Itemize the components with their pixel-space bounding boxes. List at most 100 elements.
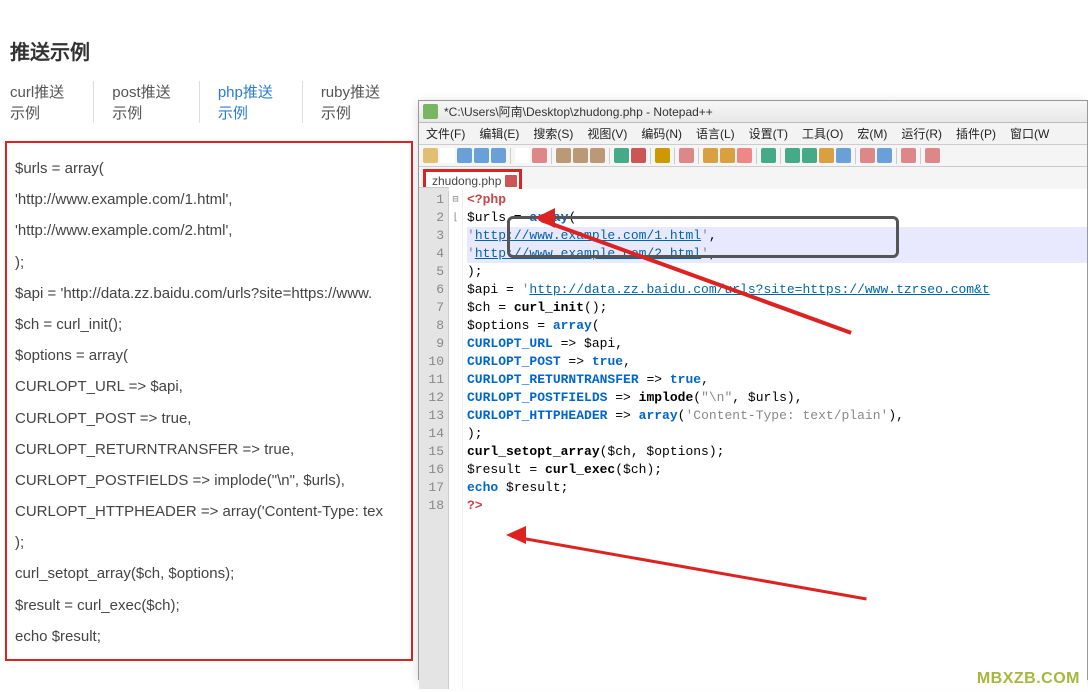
tab-1[interactable]: post推送示例 (94, 81, 200, 123)
tab-0[interactable]: curl推送示例 (10, 81, 94, 123)
close-icon[interactable] (505, 175, 517, 187)
line-number: 10 (419, 353, 444, 371)
notepadpp-window: *C:\Users\阿南\Desktop\zhudong.php - Notep… (418, 100, 1088, 680)
code-line[interactable]: ?> (467, 497, 1087, 515)
codebox-line: 'http://www.example.com/1.html', (15, 184, 403, 215)
menu-item[interactable]: 设置(T) (742, 125, 795, 142)
fold-gutter[interactable]: ⊟⌊ (449, 189, 463, 689)
toolbar-button[interactable] (474, 148, 489, 163)
codebox-line: CURLOPT_RETURNTRANSFER => true, (15, 434, 403, 465)
code-line[interactable]: 'http://www.example.com/2.html', (467, 245, 1087, 263)
codebox-line: $ch = curl_init(); (15, 309, 403, 340)
code-line[interactable]: CURLOPT_URL => $api, (467, 335, 1087, 353)
code-line[interactable]: CURLOPT_POSTFIELDS => implode("\n", $url… (467, 389, 1087, 407)
file-tab-zhudong[interactable]: zhudong.php (423, 169, 522, 189)
line-number: 18 (419, 497, 444, 515)
line-number: 5 (419, 263, 444, 281)
toolbar-button[interactable] (925, 148, 940, 163)
code-content[interactable]: <?php$urls = array( 'http://www.example.… (463, 189, 1087, 689)
editor-area[interactable]: 123456789101112131415161718 ⊟⌊ <?php$url… (419, 189, 1087, 689)
menu-item[interactable]: 编辑(E) (472, 125, 526, 142)
codebox-line: $api = 'http://data.zz.baidu.com/urls?si… (15, 278, 403, 309)
page-title: 推送示例 (0, 0, 418, 81)
line-number: 17 (419, 479, 444, 497)
toolbar-button[interactable] (836, 148, 851, 163)
toolbar-button[interactable] (860, 148, 875, 163)
codebox-line: echo $result; (15, 621, 403, 652)
code-line[interactable]: $options = array( (467, 317, 1087, 335)
toolbar-button[interactable] (703, 148, 718, 163)
tabs: curl推送示例post推送示例php推送示例ruby推送示例 (0, 81, 418, 141)
toolbar-button[interactable] (785, 148, 800, 163)
line-number: 12 (419, 389, 444, 407)
toolbar-button[interactable] (532, 148, 547, 163)
toolbar-button[interactable] (901, 148, 916, 163)
toolbar-separator (780, 148, 781, 164)
line-number: 8 (419, 317, 444, 335)
code-line[interactable]: echo $result; (467, 479, 1087, 497)
menu-item[interactable]: 运行(R) (894, 125, 949, 142)
line-number: 9 (419, 335, 444, 353)
code-line[interactable]: CURLOPT_HTTPHEADER => array('Content-Typ… (467, 407, 1087, 425)
menu-item[interactable]: 窗口(W (1003, 125, 1056, 142)
toolbar-button[interactable] (720, 148, 735, 163)
code-line[interactable]: $api = 'http://data.zz.baidu.com/urls?si… (467, 281, 1087, 299)
tab-2[interactable]: php推送示例 (200, 81, 303, 123)
file-tab-label: zhudong.php (432, 174, 501, 188)
menu-item[interactable]: 编码(N) (634, 125, 689, 142)
menu-item[interactable]: 搜索(S) (526, 125, 580, 142)
toolbar-button[interactable] (457, 148, 472, 163)
fold-mark[interactable]: ⌊ (449, 209, 462, 227)
toolbar-button[interactable] (819, 148, 834, 163)
toolbar[interactable] (419, 145, 1087, 167)
toolbar-button[interactable] (440, 148, 455, 163)
menu-item[interactable]: 文件(F) (419, 125, 472, 142)
toolbar-button[interactable] (556, 148, 571, 163)
toolbar-button[interactable] (802, 148, 817, 163)
line-number: 13 (419, 407, 444, 425)
toolbar-separator (896, 148, 897, 164)
codebox-line: ); (15, 527, 403, 558)
code-line[interactable]: CURLOPT_POST => true, (467, 353, 1087, 371)
toolbar-button[interactable] (679, 148, 694, 163)
line-number: 6 (419, 281, 444, 299)
codebox-line: $options = array( (15, 340, 403, 371)
menu-item[interactable]: 语言(L) (689, 125, 742, 142)
toolbar-button[interactable] (631, 148, 646, 163)
toolbar-button[interactable] (877, 148, 892, 163)
line-number: 4 (419, 245, 444, 263)
toolbar-button[interactable] (423, 148, 438, 163)
menubar[interactable]: 文件(F)编辑(E)搜索(S)视图(V)编码(N)语言(L)设置(T)工具(O)… (419, 123, 1087, 145)
code-line[interactable]: $urls = array( (467, 209, 1087, 227)
line-number: 11 (419, 371, 444, 389)
toolbar-button[interactable] (761, 148, 776, 163)
codebox-line: CURLOPT_HTTPHEADER => array('Content-Typ… (15, 496, 403, 527)
line-number-gutter: 123456789101112131415161718 (419, 189, 449, 689)
code-line[interactable]: $result = curl_exec($ch); (467, 461, 1087, 479)
codebox-line: CURLOPT_POST => true, (15, 403, 403, 434)
toolbar-button[interactable] (590, 148, 605, 163)
tab-3[interactable]: ruby推送示例 (303, 81, 408, 123)
code-line[interactable]: curl_setopt_array($ch, $options); (467, 443, 1087, 461)
toolbar-separator (674, 148, 675, 164)
menu-item[interactable]: 视图(V) (580, 125, 634, 142)
code-line[interactable]: ); (467, 425, 1087, 443)
code-line[interactable]: 'http://www.example.com/1.html', (467, 227, 1087, 245)
toolbar-button[interactable] (573, 148, 588, 163)
line-number: 7 (419, 299, 444, 317)
toolbar-button[interactable] (737, 148, 752, 163)
toolbar-button[interactable] (491, 148, 506, 163)
notepadpp-icon (423, 104, 438, 119)
code-line[interactable]: CURLOPT_RETURNTRANSFER => true, (467, 371, 1087, 389)
code-line[interactable]: <?php (467, 191, 1087, 209)
fold-mark[interactable]: ⊟ (449, 191, 462, 209)
toolbar-button[interactable] (655, 148, 670, 163)
menu-item[interactable]: 插件(P) (949, 125, 1003, 142)
toolbar-button[interactable] (614, 148, 629, 163)
code-line[interactable]: $ch = curl_init(); (467, 299, 1087, 317)
menu-item[interactable]: 工具(O) (795, 125, 850, 142)
toolbar-button[interactable] (515, 148, 530, 163)
menu-item[interactable]: 宏(M) (850, 125, 894, 142)
codebox-line: CURLOPT_POSTFIELDS => implode("\n", $url… (15, 465, 403, 496)
code-line[interactable]: ); (467, 263, 1087, 281)
